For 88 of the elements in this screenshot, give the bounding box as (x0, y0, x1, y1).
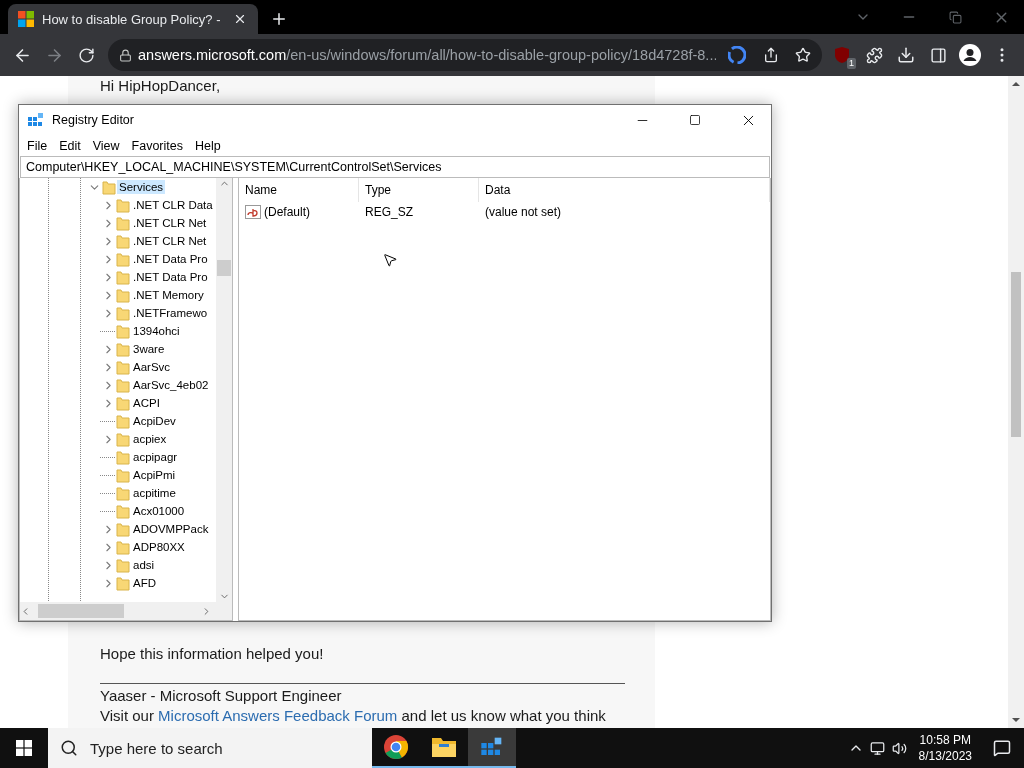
browser-tab[interactable]: How to disable Group Policy? - (8, 4, 258, 34)
tree-item[interactable]: acpipagr (131, 450, 180, 464)
tree-item[interactable]: .NET CLR Data (131, 198, 215, 212)
folder-icon (116, 575, 130, 591)
string-value-icon (245, 205, 261, 219)
scrollbar[interactable] (216, 178, 232, 602)
folder-icon (116, 323, 130, 339)
browser-icon (383, 734, 409, 760)
tree-item[interactable]: AFD (131, 576, 158, 590)
lock-icon (118, 47, 132, 63)
taskbar-app[interactable] (468, 728, 516, 768)
tree-item[interactable]: .NETFramewo (131, 306, 210, 320)
tree-item[interactable]: 1394ohci (131, 324, 182, 338)
tree-item[interactable]: .NET Memory (131, 288, 206, 302)
tree-item[interactable]: acpiex (131, 432, 169, 446)
scrollbar[interactable] (1008, 76, 1024, 728)
value-type: REG_SZ (364, 205, 414, 219)
shield-icon[interactable] (834, 46, 850, 64)
column-header[interactable]: Type (359, 178, 479, 202)
folder-icon (116, 197, 130, 213)
folder-icon (116, 377, 130, 393)
column-header[interactable]: Name (239, 178, 359, 202)
feedback-text: Visit our Microsoft Answers Feedback Forum and let us know what you think (100, 706, 607, 726)
registry-icon (27, 111, 45, 129)
tree-item[interactable]: .NET CLR Net (131, 216, 209, 230)
folder-icon (116, 413, 130, 429)
folder-icon (116, 521, 130, 537)
scrollbar-thumb[interactable] (38, 604, 124, 618)
search-bar[interactable]: Type here to search (48, 728, 372, 768)
folder-icon (116, 539, 130, 555)
folder-icon (116, 251, 130, 267)
windows-logo-icon (18, 11, 34, 27)
column-header[interactable]: Data (479, 178, 770, 202)
scroll-up-icon[interactable] (1012, 80, 1020, 88)
window-title: Registry Editor (52, 113, 135, 127)
scrollbar-thumb[interactable] (217, 260, 231, 276)
closing-text: Hope this information helped you! (100, 644, 325, 664)
tree-item[interactable]: .NET Data Pro (131, 270, 210, 284)
folder-icon (116, 503, 130, 519)
folder-icon (116, 431, 130, 447)
menu-item[interactable]: Help (189, 136, 227, 155)
folder-icon (116, 287, 130, 303)
tree-item[interactable]: AarSvc_4eb02 (131, 378, 211, 392)
folder-icon (116, 395, 130, 411)
folder-icon (116, 467, 130, 483)
scrollbar[interactable] (20, 602, 232, 620)
scrollbar-thumb[interactable] (1011, 272, 1021, 437)
tree-item[interactable]: .NET CLR Net (131, 234, 209, 248)
menu-item[interactable]: File (21, 136, 54, 155)
menu-item[interactable]: Edit (53, 136, 87, 155)
tree-item[interactable]: ADOVMPPack (131, 522, 211, 536)
tree-item[interactable]: .NET Data Pro (131, 252, 210, 266)
folder-icon (116, 269, 130, 285)
tree-item[interactable]: AcpiDev (131, 414, 178, 428)
feedback-link[interactable]: Microsoft Answers Feedback Forum (158, 707, 398, 724)
folder-icon (116, 449, 130, 465)
value-data: (value not set) (484, 205, 563, 219)
value-name[interactable]: (Default) (264, 205, 310, 219)
badge-count: 1 (847, 58, 856, 69)
menu-item[interactable]: Favorites (125, 136, 189, 155)
tree-item[interactable]: Acx01000 (131, 504, 187, 518)
menu-item[interactable]: View (86, 136, 126, 155)
search-field[interactable]: Type here to search (88, 738, 332, 758)
greeting-text: Hi HipHopDancer, (100, 76, 222, 96)
tree-item[interactable]: Services (117, 180, 166, 194)
scroll-down-icon[interactable] (1012, 716, 1020, 724)
clock[interactable]: 10:58 PM 8/13/2023 (910, 732, 980, 764)
tree-item[interactable]: adsi (131, 558, 157, 572)
tree-item[interactable]: acpitime (131, 486, 178, 500)
folder-icon (116, 341, 130, 357)
folder-icon (116, 215, 130, 231)
path-field[interactable]: Computer\HKEY_LOCAL_MACHINE\SYSTEM\CurrentControlSet\Services (20, 156, 770, 178)
search-icon (60, 739, 78, 757)
url-text: answers.microsoft.com/en-us/windows/forum/all/how-to-disable-group-policy/18d4728f-8... (138, 47, 716, 63)
tree-item[interactable]: 3ware (131, 342, 167, 356)
folder-icon (116, 557, 130, 573)
tree-item[interactable]: AarSvc (131, 360, 173, 374)
tree-item[interactable]: ACPI (131, 396, 162, 410)
tree-item[interactable]: ADP80XX (131, 540, 187, 554)
folder-icon (116, 233, 130, 249)
folder-icon (116, 359, 130, 375)
folder-icon (116, 305, 130, 321)
folder-icon (116, 485, 130, 501)
folder-icon (431, 736, 457, 758)
address-bar[interactable]: answers.microsoft.com/en-us/windows/forum/all/how-to-disable-group-policy/18d4728f-8... (108, 39, 822, 71)
cursor-icon (382, 252, 398, 268)
signature-text: Yaaser - Microsoft Support Engineer (100, 686, 343, 706)
tree-item[interactable]: AcpiPmi (131, 468, 178, 482)
